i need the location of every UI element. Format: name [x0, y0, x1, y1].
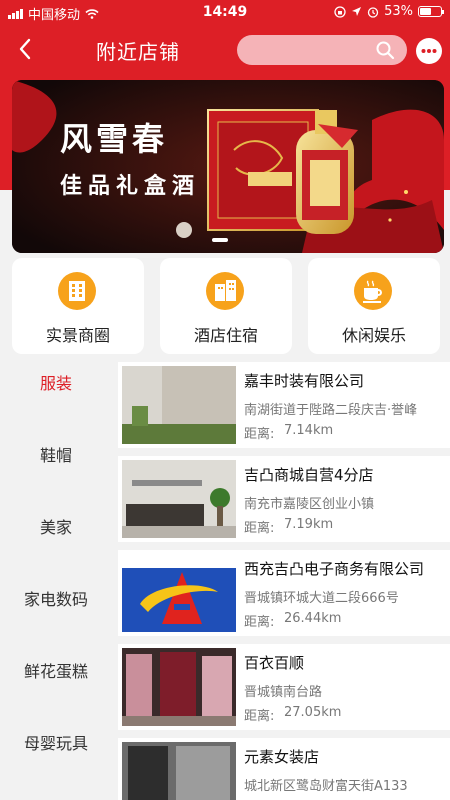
store-photo: [122, 460, 236, 538]
store-address: 晋城镇环城大道二段666号: [244, 591, 399, 606]
store-photo: [122, 742, 236, 800]
category-row: 实景商圈 酒店住宿 休闲娱乐: [12, 258, 440, 354]
store-distance: 7.19km: [284, 517, 334, 532]
banner-dot[interactable]: [212, 238, 228, 242]
nav-bar: 附近店铺: [0, 26, 450, 72]
store-name: 元素女装店: [244, 748, 320, 766]
store-distance: 7.14km: [284, 423, 334, 438]
category-card-scenic[interactable]: 实景商圈: [12, 258, 144, 354]
sidebar-item-flowers-cakes[interactable]: 鲜花蛋糕: [0, 650, 112, 722]
hotel-icon: [206, 272, 244, 310]
battery-icon: [418, 6, 444, 17]
status-bar: 中国移动 14:49 53%: [0, 0, 450, 24]
location-icon: [352, 7, 362, 16]
battery-percent: 53%: [384, 4, 413, 19]
banner-slogan-line2: 佳品礼盒酒: [60, 173, 201, 199]
banner-pagination: [212, 238, 228, 242]
store-name: 吉凸商城自营4分店: [244, 466, 374, 484]
category-card-leisure[interactable]: 休闲娱乐: [308, 258, 440, 354]
sidebar-item-clothing[interactable]: 服装: [0, 362, 112, 434]
store-photo: [122, 648, 236, 726]
page-title: 附近店铺: [96, 40, 180, 64]
store-photo: [122, 554, 236, 632]
back-button[interactable]: [10, 34, 40, 64]
category-label: 酒店住宿: [193, 326, 258, 345]
promo-banner[interactable]: 风雪春 佳品礼盒酒: [12, 80, 444, 253]
store-address: 南充市嘉陵区创业小镇: [244, 497, 375, 512]
category-label: 休闲娱乐: [341, 326, 406, 345]
store-card[interactable]: 元素女装店 城北新区鹭岛财富天街A133: [118, 738, 450, 800]
search-box[interactable]: [237, 35, 407, 65]
category-sidebar: 服装 鞋帽 美家 家电数码 鲜花蛋糕 母婴玩具: [0, 362, 112, 800]
category-card-hotel[interactable]: 酒店住宿: [160, 258, 292, 354]
distance-label: 距离:: [244, 709, 275, 724]
store-list: 嘉丰时装有限公司 南湖街道于陛路二段庆吉·誉峰 距离: 7.14km 吉凸商城自…: [112, 362, 450, 800]
search-icon[interactable]: [375, 40, 395, 60]
more-button[interactable]: [416, 38, 442, 64]
distance-label: 距离:: [244, 427, 275, 442]
banner-slogan-line1: 风雪春: [60, 120, 169, 158]
store-distance: 26.44km: [284, 611, 342, 626]
store-card[interactable]: 百衣百顺 晋城镇南台路 距离: 27.05km: [118, 644, 450, 730]
store-address: 南湖街道于陛路二段庆吉·誉峰: [244, 403, 418, 418]
store-card[interactable]: 嘉丰时装有限公司 南湖街道于陛路二段庆吉·誉峰 距离: 7.14km: [118, 362, 450, 448]
store-photo: [122, 366, 236, 444]
store-distance: 27.05km: [284, 705, 342, 720]
sidebar-item-electronics[interactable]: 家电数码: [0, 578, 112, 650]
store-name: 百衣百顺: [244, 654, 305, 672]
store-name: 嘉丰时装有限公司: [244, 372, 365, 390]
orientation-lock-icon: [334, 5, 346, 18]
coffee-icon: [354, 272, 392, 310]
store-card[interactable]: 西充吉凸电子商务有限公司 晋城镇环城大道二段666号 距离: 26.44km: [118, 550, 450, 636]
search-input[interactable]: [249, 39, 369, 61]
store-address: 城北新区鹭岛财富天街A133: [244, 779, 408, 794]
store-name: 西充吉凸电子商务有限公司: [244, 560, 425, 578]
distance-label: 距离:: [244, 521, 275, 536]
building-icon: [58, 272, 96, 310]
sidebar-item-home[interactable]: 美家: [0, 506, 112, 578]
chevron-left-icon: [19, 38, 31, 60]
sidebar-item-shoes-hats[interactable]: 鞋帽: [0, 434, 112, 506]
store-address: 晋城镇南台路: [244, 685, 323, 700]
store-card[interactable]: 吉凸商城自营4分店 南充市嘉陵区创业小镇 距离: 7.19km: [118, 456, 450, 542]
category-label: 实景商圈: [45, 326, 110, 345]
distance-label: 距离:: [244, 615, 275, 630]
more-dots-icon: [421, 49, 437, 53]
sidebar-item-baby-toys[interactable]: 母婴玩具: [0, 722, 112, 794]
alarm-icon: [367, 6, 379, 18]
banner-artwork: [12, 80, 444, 253]
